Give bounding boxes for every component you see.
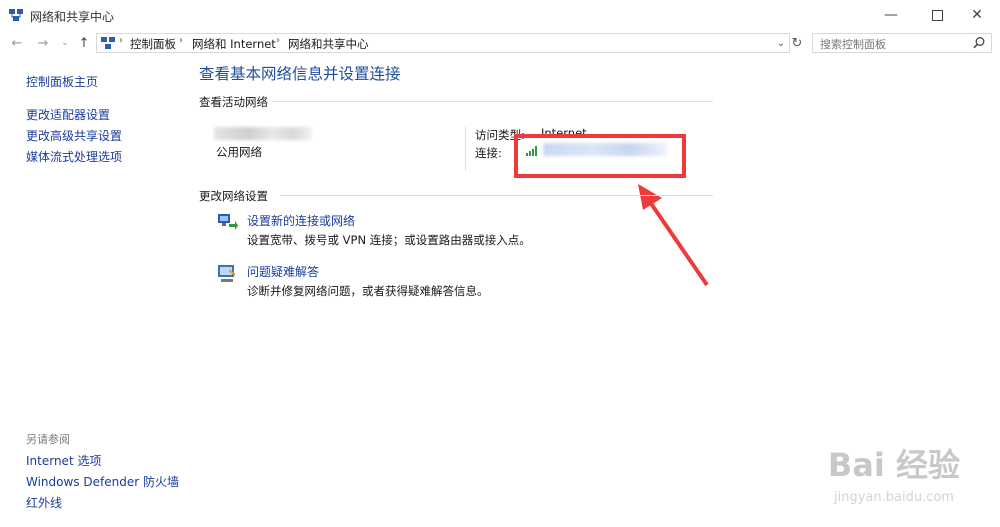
network-name-redacted [214,127,312,140]
search-box[interactable] [812,33,992,53]
window-title: 网络和共享中心 [30,10,115,24]
troubleshoot-problems-link[interactable]: 问题疑难解答 [247,263,319,280]
annotation-highlight-box [514,134,686,178]
breadcrumb-separator-icon: › [179,35,183,46]
vertical-divider [465,127,466,171]
internet-options-link[interactable]: Internet 选项 [26,452,101,469]
search-input[interactable] [818,35,972,53]
see-also-heading: 另请参阅 [26,433,70,446]
arrow-up-icon: ↑ [78,35,90,51]
minimize-button[interactable]: — [868,0,914,30]
breadcrumb-control-panel[interactable]: 控制面板 [130,36,176,52]
recent-locations-button[interactable]: ⌄ [56,34,74,52]
baidu-watermark-url: jingyan.baidu.com [834,490,954,505]
change-adapter-settings-link[interactable]: 更改适配器设置 [26,106,110,123]
breadcrumb-network-sharing-center[interactable]: 网络和共享中心 [288,36,369,52]
control-panel-home-link[interactable]: 控制面板主页 [26,73,98,90]
arrow-right-icon: → [37,35,49,51]
refresh-icon: ↻ [791,35,803,51]
arrow-left-icon: ← [11,35,23,51]
active-networks-header: 查看活动网络 [199,95,268,109]
windows-defender-firewall-link[interactable]: Windows Defender 防火墙 [26,473,179,490]
page-title: 查看基本网络信息并设置连接 [199,65,401,83]
setup-new-connection-desc: 设置宽带、拨号或 VPN 连接；或设置路由器或接入点。 [247,233,531,247]
chevron-down-icon: ⌄ [61,38,69,48]
title-bar [0,0,1000,30]
section-divider [280,195,713,196]
setup-new-connection-link[interactable]: 设置新的连接或网络 [247,212,355,229]
baidu-watermark-logo: Bai 经验 [827,446,960,484]
control-panel-icon [101,37,115,49]
new-connection-icon [218,214,238,230]
network-type-label: 公用网络 [216,145,262,159]
breadcrumb-separator-icon: › [119,35,123,46]
infrared-link[interactable]: 红外线 [26,494,62,511]
breadcrumb-separator-icon: › [276,35,280,46]
back-button[interactable]: ← [8,34,26,52]
section-divider [272,101,713,102]
address-dropdown-button[interactable]: ⌄ [774,35,788,51]
troubleshoot-problems-desc: 诊断并修复网络问题，或者获得疑难解答信息。 [247,284,489,298]
chevron-down-icon: ⌄ [776,37,786,49]
change-network-settings-header: 更改网络设置 [199,189,268,203]
change-advanced-sharing-link[interactable]: 更改高级共享设置 [26,127,122,144]
troubleshoot-icon [218,265,236,282]
forward-button[interactable]: → [34,34,52,52]
search-icon[interactable] [972,36,986,50]
media-streaming-options-link[interactable]: 媒体流式处理选项 [26,148,122,165]
minimize-icon: — [884,7,898,23]
close-icon: ✕ [971,7,983,23]
annotation-arrow-icon [638,184,709,287]
maximize-icon [931,9,943,21]
network-center-app-icon [9,9,23,21]
breadcrumb-network-internet[interactable]: 网络和 Internet [192,36,276,52]
up-button[interactable]: ↑ [75,34,93,52]
connection-label: 连接: [475,146,502,160]
close-button[interactable]: ✕ [954,0,1000,30]
refresh-button[interactable]: ↻ [789,34,805,52]
